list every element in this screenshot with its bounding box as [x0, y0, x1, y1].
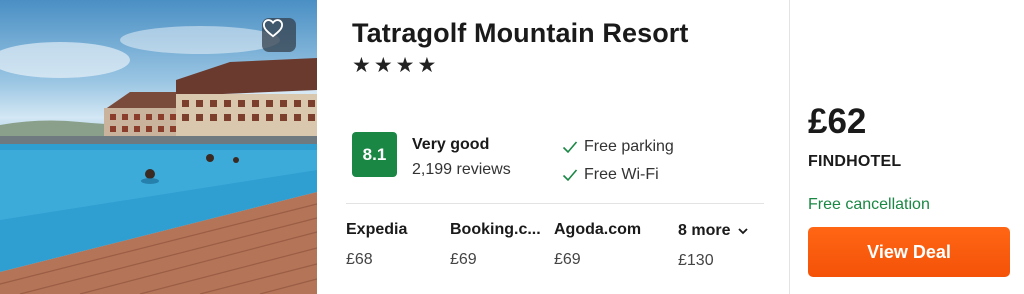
deal-price: £62: [808, 102, 867, 141]
amenity-label: Free parking: [584, 138, 674, 155]
provider-agoda[interactable]: Agoda.com £69: [554, 221, 662, 269]
review-count[interactable]: 2,199 reviews: [412, 161, 511, 179]
provider-expedia[interactable]: Expedia £68: [346, 221, 454, 269]
provider-booking[interactable]: Booking.c... £69: [450, 221, 546, 269]
provider-price: £68: [346, 251, 373, 268]
more-providers-button[interactable]: 8 more £130: [678, 222, 749, 270]
amenity-label: Free Wi-Fi: [584, 166, 659, 183]
favorite-button[interactable]: [262, 18, 296, 52]
more-price: £130: [678, 252, 714, 269]
more-providers-label: 8 more: [678, 222, 749, 240]
star-rating: ★★★★: [352, 54, 440, 77]
hotel-result-card[interactable]: Tatragolf Mountain Resort ★★★★ 8.1 Very …: [0, 0, 1024, 294]
deal-partner: FINDHOTEL: [808, 153, 902, 170]
column-divider: [789, 0, 790, 294]
hotel-photo[interactable]: [0, 0, 317, 294]
heart-icon: [262, 19, 284, 38]
chevron-down-icon: [738, 228, 749, 235]
check-icon: [562, 141, 578, 154]
rating-label: Very good: [412, 136, 490, 153]
more-label: 8 more: [678, 222, 731, 239]
provider-price: £69: [450, 251, 477, 268]
provider-price: £69: [554, 251, 581, 268]
provider-name: Booking.c...: [450, 221, 541, 238]
rating-score-badge: 8.1: [352, 132, 397, 177]
amenity-free-wifi: Free Wi-Fi: [562, 166, 659, 184]
provider-name: Agoda.com: [554, 221, 642, 238]
view-deal-button[interactable]: View Deal: [808, 227, 1010, 277]
divider: [346, 203, 764, 204]
free-cancellation: Free cancellation: [808, 196, 930, 213]
check-icon: [562, 169, 578, 182]
amenity-free-parking: Free parking: [562, 138, 674, 156]
provider-name: Expedia: [346, 221, 408, 238]
hotel-name[interactable]: Tatragolf Mountain Resort: [352, 18, 689, 49]
